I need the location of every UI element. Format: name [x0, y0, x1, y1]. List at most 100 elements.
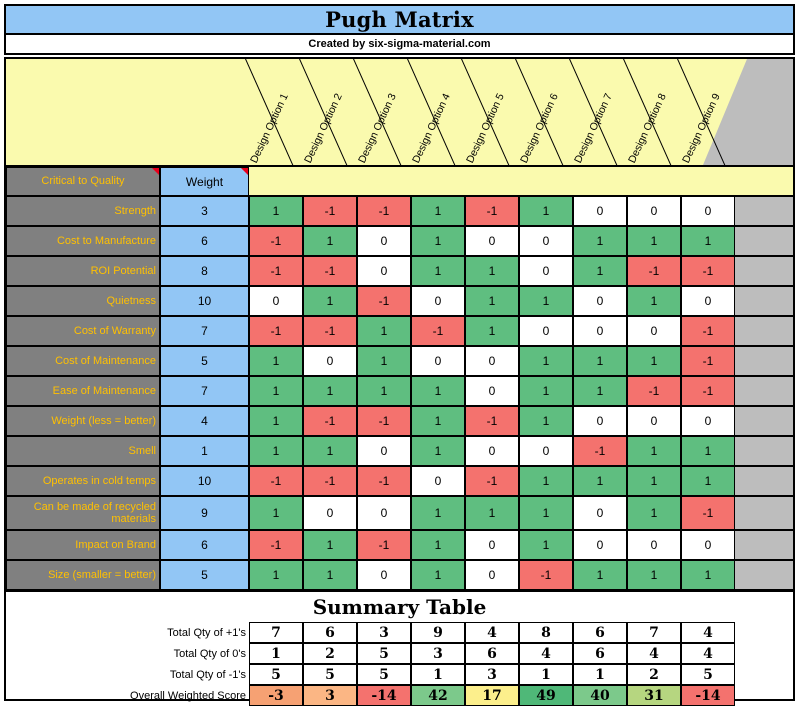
score-cell[interactable]: 1 — [573, 226, 627, 256]
score-cell[interactable]: 0 — [303, 496, 357, 530]
score-cell[interactable]: 1 — [411, 530, 465, 560]
score-cell[interactable]: 1 — [411, 560, 465, 590]
score-cell[interactable]: -1 — [681, 346, 735, 376]
weight-value[interactable]: 1 — [160, 436, 249, 466]
score-cell[interactable]: 0 — [573, 406, 627, 436]
score-cell[interactable]: 1 — [573, 560, 627, 590]
score-cell[interactable]: 0 — [681, 196, 735, 226]
score-cell[interactable]: 1 — [249, 406, 303, 436]
score-cell[interactable]: 1 — [357, 376, 411, 406]
score-cell[interactable]: 1 — [627, 560, 681, 590]
score-cell[interactable]: 0 — [465, 560, 519, 590]
score-cell[interactable]: 1 — [627, 436, 681, 466]
score-cell[interactable]: 0 — [465, 530, 519, 560]
score-cell[interactable]: -1 — [519, 560, 573, 590]
score-cell[interactable]: -1 — [627, 256, 681, 286]
score-cell[interactable]: 0 — [573, 286, 627, 316]
score-cell[interactable]: -1 — [357, 286, 411, 316]
score-cell[interactable]: 1 — [681, 436, 735, 466]
score-cell[interactable]: 0 — [627, 196, 681, 226]
score-cell[interactable]: 1 — [627, 496, 681, 530]
score-cell[interactable]: 1 — [411, 496, 465, 530]
weight-value[interactable]: 6 — [160, 530, 249, 560]
score-cell[interactable]: 1 — [519, 376, 573, 406]
score-cell[interactable]: 1 — [465, 286, 519, 316]
score-cell[interactable]: 0 — [411, 466, 465, 496]
score-cell[interactable]: 0 — [627, 530, 681, 560]
score-cell[interactable]: 1 — [249, 196, 303, 226]
score-cell[interactable]: 0 — [519, 316, 573, 346]
score-cell[interactable]: 0 — [627, 406, 681, 436]
score-cell[interactable]: -1 — [303, 256, 357, 286]
score-cell[interactable]: 0 — [573, 530, 627, 560]
score-cell[interactable]: -1 — [573, 436, 627, 466]
score-cell[interactable]: 1 — [465, 316, 519, 346]
score-cell[interactable]: 1 — [573, 256, 627, 286]
score-cell[interactable]: -1 — [357, 530, 411, 560]
score-cell[interactable]: 1 — [681, 466, 735, 496]
score-cell[interactable]: 1 — [249, 376, 303, 406]
score-cell[interactable]: 1 — [303, 560, 357, 590]
score-cell[interactable]: 0 — [465, 226, 519, 256]
score-cell[interactable]: 0 — [465, 346, 519, 376]
score-cell[interactable]: 1 — [465, 256, 519, 286]
score-cell[interactable]: 1 — [627, 346, 681, 376]
score-cell[interactable]: 0 — [627, 316, 681, 346]
score-cell[interactable]: 1 — [357, 316, 411, 346]
score-cell[interactable]: 1 — [519, 530, 573, 560]
score-cell[interactable]: 0 — [357, 256, 411, 286]
score-cell[interactable]: 1 — [303, 530, 357, 560]
score-cell[interactable]: -1 — [681, 376, 735, 406]
score-cell[interactable]: 1 — [519, 496, 573, 530]
score-cell[interactable]: 1 — [411, 406, 465, 436]
score-cell[interactable]: -1 — [357, 466, 411, 496]
score-cell[interactable]: 1 — [627, 286, 681, 316]
score-cell[interactable]: -1 — [303, 316, 357, 346]
score-cell[interactable]: 1 — [681, 226, 735, 256]
score-cell[interactable]: -1 — [249, 466, 303, 496]
score-cell[interactable]: -1 — [303, 466, 357, 496]
score-cell[interactable]: 0 — [357, 436, 411, 466]
score-cell[interactable]: -1 — [303, 406, 357, 436]
score-cell[interactable]: 0 — [357, 496, 411, 530]
weight-value[interactable]: 10 — [160, 286, 249, 316]
score-cell[interactable]: 1 — [411, 256, 465, 286]
score-cell[interactable]: 0 — [573, 496, 627, 530]
score-cell[interactable]: 0 — [519, 436, 573, 466]
score-cell[interactable]: -1 — [681, 256, 735, 286]
score-cell[interactable]: -1 — [627, 376, 681, 406]
score-cell[interactable]: 0 — [303, 346, 357, 376]
score-cell[interactable]: 0 — [681, 406, 735, 436]
score-cell[interactable]: 1 — [573, 346, 627, 376]
score-cell[interactable]: -1 — [249, 226, 303, 256]
weight-value[interactable]: 5 — [160, 560, 249, 590]
score-cell[interactable]: 0 — [411, 346, 465, 376]
weight-value[interactable]: 10 — [160, 466, 249, 496]
weight-value[interactable]: 8 — [160, 256, 249, 286]
score-cell[interactable]: -1 — [465, 406, 519, 436]
score-cell[interactable]: 1 — [573, 466, 627, 496]
score-cell[interactable]: 1 — [303, 376, 357, 406]
weight-value[interactable]: 7 — [160, 316, 249, 346]
score-cell[interactable]: 0 — [357, 226, 411, 256]
score-cell[interactable]: -1 — [249, 256, 303, 286]
score-cell[interactable]: -1 — [465, 466, 519, 496]
score-cell[interactable]: 1 — [519, 196, 573, 226]
score-cell[interactable]: 0 — [465, 376, 519, 406]
score-cell[interactable]: 1 — [357, 346, 411, 376]
score-cell[interactable]: 1 — [411, 376, 465, 406]
score-cell[interactable]: 1 — [465, 496, 519, 530]
score-cell[interactable]: 1 — [303, 436, 357, 466]
score-cell[interactable]: 0 — [519, 256, 573, 286]
weight-value[interactable]: 9 — [160, 496, 249, 530]
score-cell[interactable]: 1 — [303, 226, 357, 256]
score-cell[interactable]: 1 — [249, 346, 303, 376]
score-cell[interactable]: 1 — [519, 466, 573, 496]
score-cell[interactable]: 0 — [357, 560, 411, 590]
score-cell[interactable]: 1 — [411, 436, 465, 466]
score-cell[interactable]: -1 — [249, 316, 303, 346]
score-cell[interactable]: -1 — [465, 196, 519, 226]
score-cell[interactable]: 1 — [303, 286, 357, 316]
score-cell[interactable]: 1 — [519, 286, 573, 316]
score-cell[interactable]: 1 — [249, 496, 303, 530]
